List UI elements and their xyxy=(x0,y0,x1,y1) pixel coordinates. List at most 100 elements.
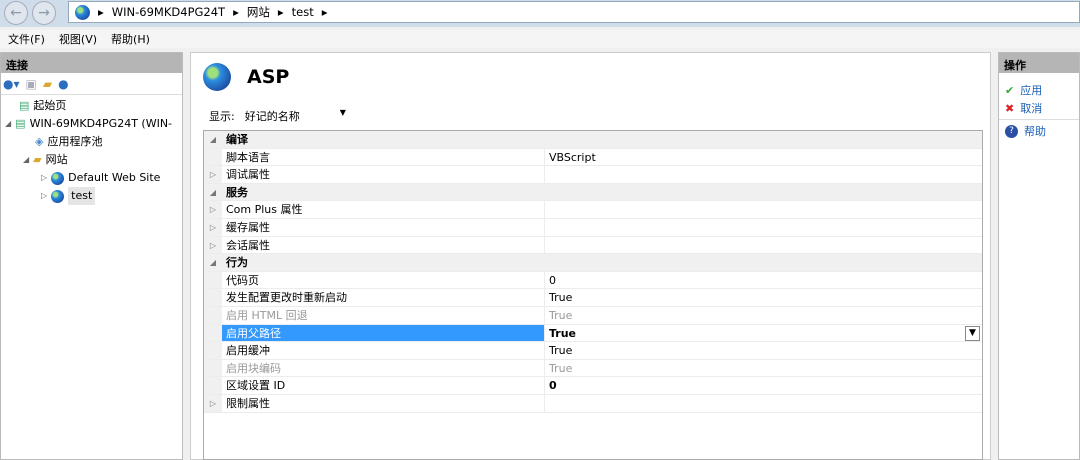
row-gutter xyxy=(204,342,222,359)
expand-icon[interactable]: ▷ xyxy=(204,166,222,183)
row-gutter xyxy=(204,324,222,342)
chevron-icon[interactable]: ▸ xyxy=(322,5,328,19)
property-row[interactable]: ▷ 限制属性 xyxy=(204,394,982,413)
connections-toolbar: ●▾ ▣ ▰ ● xyxy=(1,73,182,95)
expand-icon[interactable]: ▷ xyxy=(204,218,222,236)
property-value[interactable]: 0 xyxy=(545,272,982,289)
expand-icon[interactable]: ◢ xyxy=(204,183,222,201)
display-value: 好记的名称 xyxy=(244,110,300,123)
globe-icon xyxy=(51,171,65,185)
property-value[interactable]: True ▼ xyxy=(545,325,982,342)
menu-file[interactable]: 文件(F) xyxy=(8,31,45,47)
menu-help[interactable]: 帮助(H) xyxy=(111,31,150,47)
property-value[interactable]: True xyxy=(545,360,982,377)
globe-icon xyxy=(75,4,90,20)
breadcrumb-test[interactable]: test xyxy=(292,5,314,19)
property-row[interactable]: ▷ 会话属性 xyxy=(204,236,982,255)
breadcrumb-server[interactable]: WIN-69MKD4PG24T xyxy=(112,5,225,19)
tree-item-server[interactable]: ◢ ▤ WIN-69MKD4PG24T (WIN- xyxy=(1,115,182,133)
property-name: 脚本语言 xyxy=(222,148,545,166)
chevron-down-icon[interactable]: ▼ xyxy=(965,325,980,341)
category-row[interactable]: ◢ 行为 xyxy=(204,254,982,272)
property-row[interactable]: ▷ Com Plus 属性 xyxy=(204,201,982,219)
row-gutter xyxy=(204,306,222,324)
cancel-action[interactable]: ✖ 取消 xyxy=(999,99,1079,117)
tree-item-start-page[interactable]: ▤ 起始页 xyxy=(1,97,182,115)
expand-icon[interactable]: ◢ xyxy=(204,131,222,148)
address-bar[interactable]: ▸ WIN-69MKD4PG24T ▸ 网站 ▸ test ▸ xyxy=(68,1,1080,23)
row-gutter xyxy=(204,289,222,306)
connections-tree: ▤ 起始页 ◢ ▤ WIN-69MKD4PG24T (WIN- ◈ 应用程序池 ◢ ▰ 网站… xyxy=(1,95,182,205)
help-action[interactable]: ? 帮助 xyxy=(999,122,1079,140)
tree-label: 应用程序池 xyxy=(47,135,103,148)
expand-icon[interactable]: ▷ xyxy=(204,236,222,254)
help-icon: ? xyxy=(1005,124,1018,138)
row-gutter xyxy=(204,377,222,394)
property-name: 启用父路径 xyxy=(222,324,545,342)
apply-action[interactable]: ✔ 应用 xyxy=(999,81,1079,99)
tree-item-sites[interactable]: ◢ ▰ 网站 xyxy=(1,151,182,169)
property-value[interactable] xyxy=(545,219,982,236)
property-row[interactable]: 启用块编码 True xyxy=(204,359,982,378)
connect-icon[interactable]: ●▾ xyxy=(3,77,20,91)
save-icon[interactable]: ▣ xyxy=(26,77,37,91)
property-name: 调试属性 xyxy=(222,166,545,183)
expand-icon[interactable]: ▷ xyxy=(204,201,222,218)
property-name: Com Plus 属性 xyxy=(222,201,545,218)
help-label: 帮助 xyxy=(1024,125,1046,138)
property-value[interactable]: True xyxy=(545,342,982,359)
tree-item-test[interactable]: ▷ test xyxy=(1,187,182,205)
cancel-label: 取消 xyxy=(1020,102,1043,115)
back-button[interactable]: ← xyxy=(4,1,28,25)
property-value[interactable]: VBScript xyxy=(545,149,982,166)
property-value[interactable] xyxy=(545,395,982,412)
tree-label: Default Web Site xyxy=(68,171,161,184)
expand-icon[interactable]: ◢ xyxy=(204,254,222,271)
tree-item-default-web-site[interactable]: ▷ Default Web Site xyxy=(1,169,182,187)
tree-label: test xyxy=(68,187,96,205)
display-dropdown[interactable]: 好记的名称 ▼ xyxy=(245,108,346,124)
property-value[interactable] xyxy=(545,201,982,218)
cancel-icon: ✖ xyxy=(1005,101,1015,115)
value-text: True xyxy=(549,308,573,322)
property-name: 启用块编码 xyxy=(222,359,545,377)
asp-globe-icon xyxy=(203,63,231,91)
menu-view[interactable]: 视图(V) xyxy=(59,31,97,47)
up-folder-icon[interactable]: ▰ xyxy=(43,77,52,91)
chevron-down-icon: ▼ xyxy=(339,108,346,117)
property-name: 启用 HTML 回退 xyxy=(222,306,545,324)
apply-icon: ✔ xyxy=(1005,83,1015,97)
property-value[interactable]: True xyxy=(545,307,982,324)
connections-pane: 连接 ●▾ ▣ ▰ ● ▤ 起始页 ◢ ▤ WIN-69MKD4PG24T (WIN-… xyxy=(0,52,183,460)
page-header: ASP xyxy=(203,63,289,91)
property-row[interactable]: 发生配置更改时重新启动 True xyxy=(204,289,982,307)
chevron-icon: ▸ xyxy=(98,5,104,19)
property-value[interactable] xyxy=(545,166,982,183)
property-row[interactable]: ▷ 调试属性 xyxy=(204,166,982,184)
property-value[interactable]: True xyxy=(545,289,982,306)
value-text: 0 xyxy=(549,273,556,287)
property-row[interactable]: 启用父路径 True ▼ xyxy=(204,324,982,343)
property-row[interactable]: 启用缓冲 True xyxy=(204,342,982,360)
property-row[interactable]: ▷ 缓存属性 xyxy=(204,218,982,237)
property-row[interactable]: 启用 HTML 回退 True xyxy=(204,306,982,325)
property-row[interactable]: 区域设置 ID 0 xyxy=(204,377,982,395)
tree-label: 网站 xyxy=(45,153,68,166)
property-name: 区域设置 ID xyxy=(222,377,545,394)
category-row[interactable]: ◢ 服务 xyxy=(204,183,982,202)
tree-item-app-pools[interactable]: ◈ 应用程序池 xyxy=(1,133,182,151)
category-row[interactable]: ◢ 编译 xyxy=(204,131,982,149)
property-row[interactable]: 代码页 0 xyxy=(204,271,982,290)
expand-icon[interactable]: ▷ xyxy=(204,394,222,412)
forward-button[interactable]: → xyxy=(32,1,56,25)
value-text: 0 xyxy=(549,379,557,393)
disconnect-icon[interactable]: ● xyxy=(58,77,68,91)
apply-label: 应用 xyxy=(1020,84,1043,97)
breadcrumb-sites[interactable]: 网站 xyxy=(247,4,270,20)
chevron-icon: ▸ xyxy=(233,5,239,19)
asp-feature-pane: ASP 显示: 好记的名称 ▼ ◢ 编译 脚本语言 VBScript ▷ 调试属性 … xyxy=(190,52,991,460)
property-row[interactable]: 脚本语言 VBScript xyxy=(204,148,982,167)
property-value[interactable]: 0 xyxy=(545,377,982,394)
chevron-icon: ▸ xyxy=(277,5,284,19)
property-value[interactable] xyxy=(545,237,982,254)
